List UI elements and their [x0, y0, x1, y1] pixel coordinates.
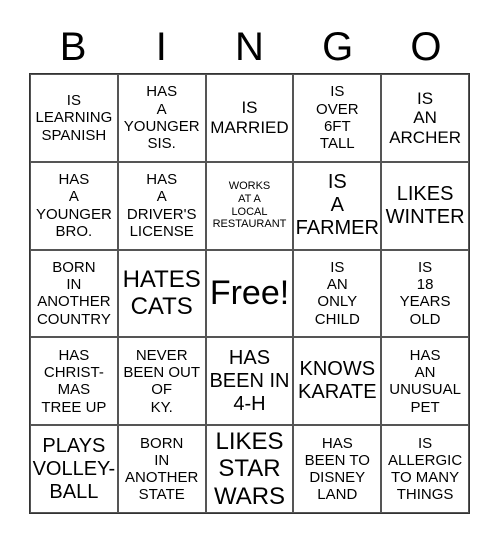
- bingo-cell[interactable]: HAS BEEN IN 4-H: [205, 337, 294, 426]
- free-space-cell[interactable]: Free!: [205, 249, 294, 338]
- bingo-cell[interactable]: HAS AN UNUSUAL PET: [381, 337, 469, 426]
- bingo-cell[interactable]: HATES CATS: [117, 249, 206, 338]
- bingo-cell[interactable]: BORN IN ANOTHER STATE: [117, 425, 206, 513]
- bingo-cell[interactable]: HAS A YOUNGER SIS.: [117, 74, 206, 162]
- header-letter-b: B: [59, 25, 87, 69]
- bingo-cell[interactable]: KNOWS KARATE: [293, 337, 382, 426]
- bingo-cell[interactable]: IS AN ONLY CHILD: [293, 249, 382, 338]
- bingo-grid: IS LEARNING SPANISH HAS A YOUNGER SIS. I…: [29, 73, 470, 514]
- bingo-cell[interactable]: LIKES STAR WARS: [205, 425, 294, 513]
- bingo-cell[interactable]: IS LEARNING SPANISH: [30, 74, 118, 162]
- bingo-cell[interactable]: IS ALLERGIC TO MANY THINGS: [381, 425, 469, 513]
- bingo-cell[interactable]: HAS A DRIVER'S LICENSE: [117, 161, 206, 250]
- bingo-header: B I N G O: [29, 22, 470, 72]
- header-letter-i: I: [155, 25, 167, 69]
- bingo-cell[interactable]: IS A FARMER: [293, 161, 382, 250]
- bingo-cell[interactable]: HAS A YOUNGER BRO.: [30, 161, 118, 250]
- bingo-cell[interactable]: BORN IN ANOTHER COUNTRY: [30, 249, 118, 338]
- bingo-cell[interactable]: IS OVER 6FT TALL: [293, 74, 382, 162]
- bingo-cell[interactable]: HAS BEEN TO DISNEY LAND: [293, 425, 382, 513]
- bingo-cell[interactable]: LIKES WINTER: [381, 161, 469, 250]
- bingo-cell[interactable]: IS AN ARCHER: [381, 74, 469, 162]
- bingo-cell[interactable]: NEVER BEEN OUT OF KY.: [117, 337, 206, 426]
- header-letter-n: N: [235, 25, 264, 69]
- bingo-cell[interactable]: IS 18 YEARS OLD: [381, 249, 469, 338]
- bingo-cell[interactable]: PLAYS VOLLEY- BALL: [30, 425, 118, 513]
- bingo-cell[interactable]: HAS CHRIST- MAS TREE UP: [30, 337, 118, 426]
- bingo-cell[interactable]: IS MARRIED: [205, 74, 294, 162]
- header-letter-g: G: [322, 25, 354, 69]
- bingo-cell[interactable]: WORKS AT A LOCAL RESTAURANT: [205, 161, 294, 250]
- header-letter-o: O: [410, 25, 442, 69]
